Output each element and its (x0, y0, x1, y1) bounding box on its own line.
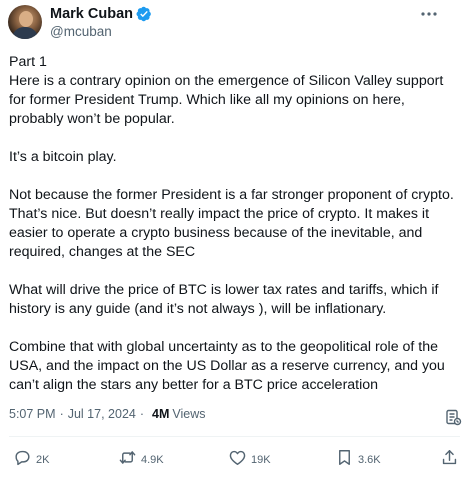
tweet-paragraph: What will drive the price of BTC is lowe… (9, 282, 439, 317)
avatar-face (19, 11, 33, 27)
name-row: Mark Cuban (50, 5, 152, 23)
tweet-text: Part 1 Here is a contrary opinion on the… (9, 53, 461, 395)
like-icon (228, 448, 247, 472)
like-count: 19K (251, 454, 271, 466)
views-label: Views (172, 407, 206, 421)
reply-button[interactable]: 2K (13, 448, 49, 472)
tweet-paragraph: Combine that with global uncertainty as … (9, 339, 445, 393)
bookmark-count: 3.6K (358, 454, 381, 466)
tweet-paragraph: Not because the former President is a fa… (9, 187, 454, 260)
author-block: Mark Cuban @mcuban (50, 5, 152, 39)
avatar-shirt (12, 27, 38, 39)
like-button[interactable]: 19K (228, 448, 271, 472)
tweet-time[interactable]: 5:07 PM (9, 407, 56, 421)
verified-badge-icon (136, 6, 152, 22)
tweet-date[interactable]: Jul 17, 2024 (68, 407, 136, 421)
bookmark-slash-icon[interactable] (444, 408, 462, 426)
share-icon (440, 448, 459, 472)
repost-icon (118, 448, 137, 472)
bookmark-button[interactable]: 3.6K (335, 448, 381, 472)
repost-button[interactable]: 4.9K (118, 448, 164, 472)
meta-separator: · (139, 407, 145, 421)
author-handle[interactable]: @mcuban (50, 24, 152, 39)
more-horizontal-icon[interactable] (418, 6, 440, 22)
tweet-meta: 5:07 PM · Jul 17, 2024 · 4M Views (9, 407, 206, 421)
share-button[interactable] (440, 448, 459, 472)
bookmark-icon (335, 448, 354, 472)
reply-count: 2K (36, 454, 50, 466)
tweet-paragraph: It’s a bitcoin play. (9, 149, 117, 165)
avatar[interactable] (8, 5, 42, 39)
tweet-card: Mark Cuban @mcuban Part 1 Here is a cont… (0, 0, 469, 478)
tweet-paragraph: Part 1 Here is a contrary opinion on the… (9, 54, 444, 127)
repost-count: 4.9K (141, 454, 164, 466)
author-name[interactable]: Mark Cuban (50, 6, 133, 22)
reply-icon (13, 448, 32, 472)
meta-separator: · (59, 407, 64, 421)
views-count: 4M (152, 407, 170, 421)
divider (9, 436, 460, 437)
action-bar: 2K 4.9K 19K 3.6K (0, 448, 469, 470)
